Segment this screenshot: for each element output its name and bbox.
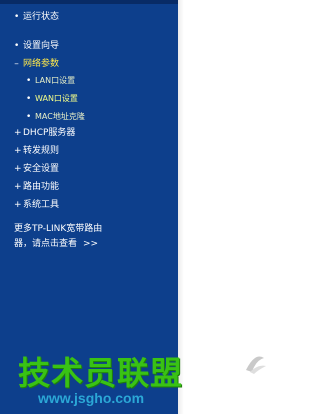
bullet-icon: •: [26, 94, 32, 104]
sidebar-item-label: WAN口设置: [35, 94, 78, 103]
bullet-icon: •: [26, 112, 32, 122]
sidebar-top-bar: [0, 0, 178, 4]
bullet-icon: •: [14, 41, 20, 51]
sidebar-item-label: 转发规则: [23, 146, 60, 156]
sidebar-item-dhcp[interactable]: + DHCP服务器: [14, 126, 75, 140]
sidebar-item-routing[interactable]: + 路由功能: [14, 180, 59, 194]
expand-icon: +: [14, 200, 22, 210]
sidebar-item-label: LAN口设置: [35, 76, 76, 85]
bullet-icon: •: [14, 12, 20, 22]
sidebar-subitem-wan[interactable]: • WAN口设置: [26, 92, 78, 106]
sidebar-item-label: 运行状态: [23, 12, 60, 22]
promo-line-1: 更多TP-LINK宽带路由: [14, 224, 103, 234]
expand-icon: +: [14, 182, 22, 192]
expand-icon: +: [14, 164, 22, 174]
bullet-icon: •: [26, 76, 32, 86]
sidebar-item-security[interactable]: + 安全设置: [14, 162, 59, 176]
sidebar-item-label: MAC地址克隆: [35, 112, 85, 121]
sidebar-item-label: 路由功能: [23, 182, 60, 192]
expand-icon: +: [14, 128, 22, 138]
expand-icon: +: [14, 146, 22, 156]
sidebar-item-system-tools[interactable]: + 系统工具: [14, 198, 59, 212]
sidebar-item-label: DHCP服务器: [23, 128, 76, 138]
promo-line-2: 器，请点击查看: [14, 239, 78, 249]
sidebar-item-forwarding[interactable]: + 转发规则: [14, 144, 59, 158]
watermark-url: www.jsgho.com: [38, 390, 145, 406]
sidebar-subitem-lan[interactable]: • LAN口设置: [26, 74, 75, 88]
sidebar-item-label: 设置向导: [23, 41, 60, 51]
sidebar-subitem-mac-clone[interactable]: • MAC地址克隆: [26, 110, 85, 124]
sidebar-item-status[interactable]: • 运行状态: [14, 10, 59, 24]
sidebar-item-network[interactable]: – 网络参数: [14, 57, 59, 71]
watermark: 技术员联盟 www.jsgho.com: [18, 348, 268, 408]
sidebar-item-label: 安全设置: [23, 164, 60, 174]
watermark-title: 技术员联盟: [18, 354, 184, 392]
double-arrow-icon: >>: [83, 239, 99, 249]
more-products-link[interactable]: 更多TP-LINK宽带路由 器，请点击查看 >>: [14, 222, 164, 252]
sidebar-item-setup-wizard[interactable]: • 设置向导: [14, 39, 59, 53]
collapse-icon: –: [14, 59, 19, 69]
watermark-logo-icon: [246, 356, 266, 374]
sidebar-item-label: 系统工具: [23, 200, 60, 210]
sidebar-item-label: 网络参数: [23, 59, 60, 69]
